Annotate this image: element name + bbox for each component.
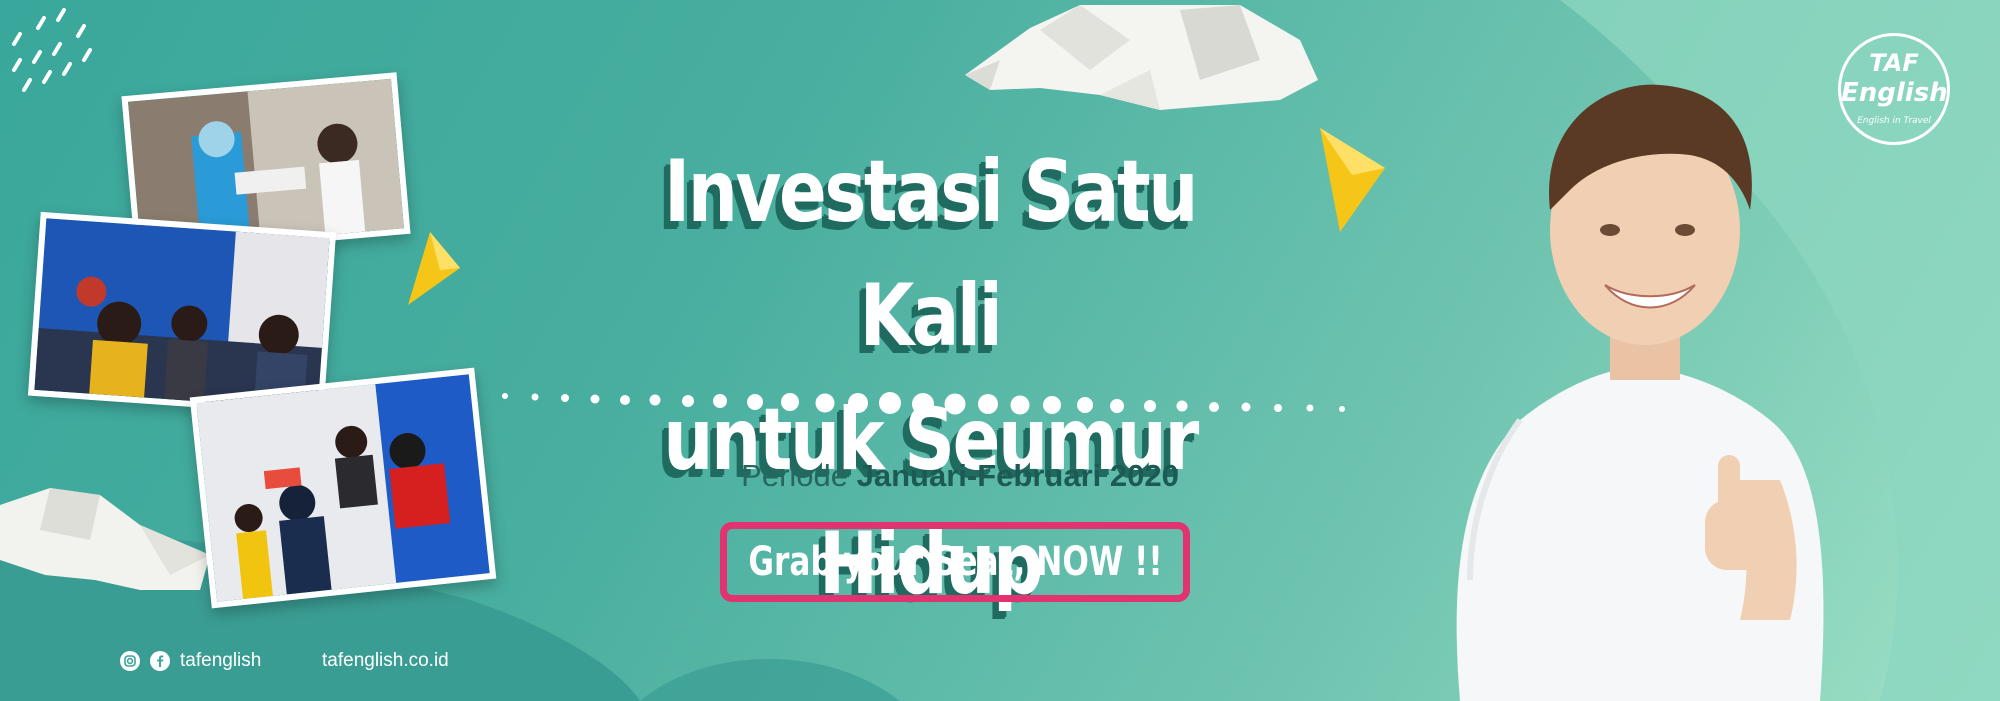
smiling-boy-image	[1456, 84, 1824, 701]
period-dates: Januari-Februari 2020	[856, 458, 1179, 493]
period-prefix: Periode	[741, 458, 849, 493]
social-handle[interactable]: tafenglish	[180, 650, 261, 672]
website-link[interactable]: tafenglish.co.id	[312, 650, 449, 672]
facebook-icon[interactable]	[150, 651, 170, 671]
classroom-photo-3	[189, 367, 497, 609]
instagram-icon[interactable]	[120, 651, 140, 671]
classroom-photo-2	[27, 211, 337, 417]
grab-seat-button[interactable]: Grab your Seat, NOW !!	[720, 522, 1190, 602]
social-links: tafenglish	[120, 650, 261, 672]
grab-seat-label: Grab your Seat, NOW !!	[747, 539, 1163, 585]
dashes-decoration	[12, 8, 92, 92]
period-text: Periode Januari-Februari 2020	[640, 458, 1280, 494]
paper-cloud-top	[965, 5, 1318, 110]
yellow-triangle-right	[1320, 128, 1385, 232]
website-url[interactable]: tafenglish.co.id	[322, 650, 449, 672]
promo-banner: Investasi Satu Kali untuk Seumur Hidup P…	[0, 0, 2000, 701]
headline-line-1: Investasi Satu Kali	[663, 142, 1199, 366]
